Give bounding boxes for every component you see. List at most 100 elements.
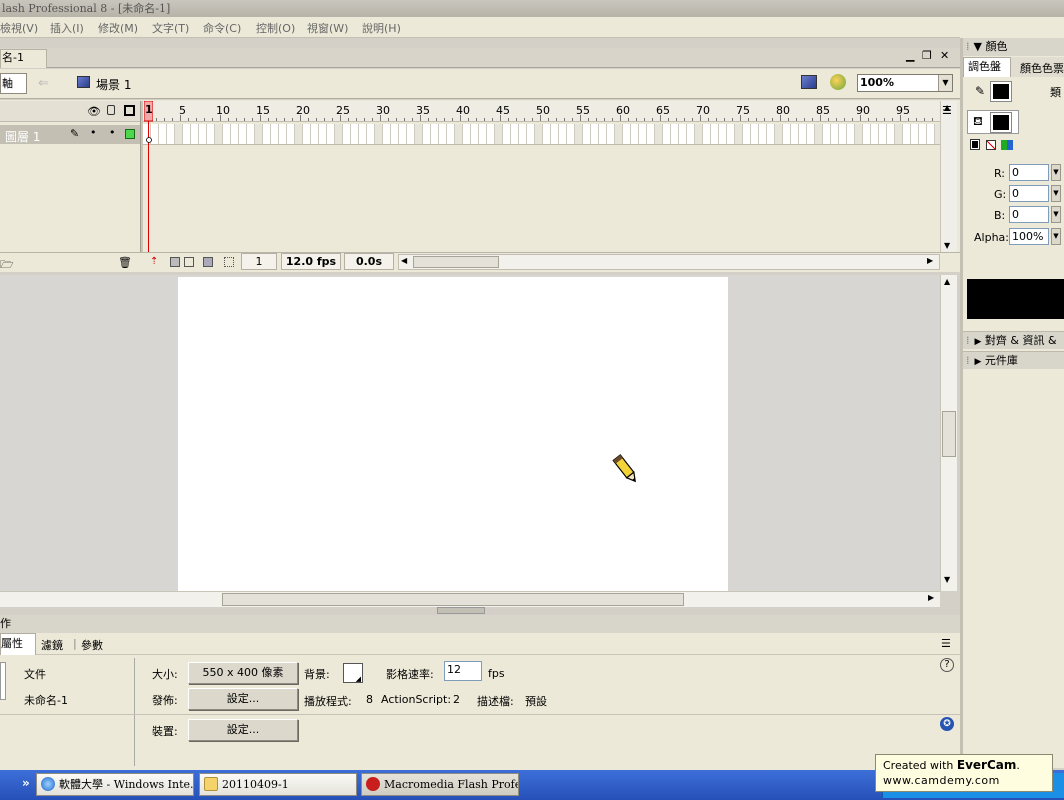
close-icon[interactable]: ✕: [940, 50, 949, 62]
ruler-frame-number: 30: [376, 104, 390, 117]
scroll-right-icon[interactable]: ▶: [928, 593, 934, 602]
restore-icon[interactable]: ❐: [922, 50, 932, 62]
no-color-icon[interactable]: [986, 140, 996, 150]
device-settings-button[interactable]: 設定...: [188, 719, 298, 741]
green-label: G:: [994, 188, 1007, 201]
edit-symbols-icon[interactable]: [830, 74, 846, 90]
layer-visible-dot-icon[interactable]: •: [90, 126, 97, 139]
eye-icon[interactable]: 👁: [87, 105, 101, 118]
expand-arrow-icon[interactable]: ▼: [974, 40, 982, 53]
chevron-down-icon[interactable]: ▼: [1051, 164, 1061, 181]
chevron-down-icon[interactable]: ▼: [1051, 206, 1061, 223]
align-info-panel-header[interactable]: ⁞ ▶ 對齊 & 資訊 &: [963, 331, 1064, 349]
menu-window[interactable]: 視窗(W): [307, 20, 348, 36]
menu-control[interactable]: 控制(O): [256, 20, 295, 36]
tab-filters[interactable]: 濾鏡: [41, 637, 63, 653]
menu-view[interactable]: 檢視(V): [0, 20, 38, 36]
quick-launch-chevron-icon[interactable]: »: [22, 776, 30, 790]
menu-modify[interactable]: 修改(M): [98, 20, 138, 36]
chevron-down-icon[interactable]: ▼: [1051, 228, 1061, 245]
edit-scene-icon[interactable]: [801, 75, 817, 89]
size-button[interactable]: 550 x 400 像素: [188, 662, 298, 684]
blue-input[interactable]: 0: [1009, 206, 1049, 223]
expand-arrow-icon[interactable]: ▶: [975, 337, 982, 347]
stage-vscroll[interactable]: ▲ ▼: [940, 275, 957, 591]
color-preview-swatch: [967, 279, 1064, 319]
timeline-toggle-button[interactable]: 軸: [0, 73, 27, 94]
background-color-picker[interactable]: ◢: [343, 663, 363, 683]
stroke-color-swatch[interactable]: [990, 81, 1012, 102]
timeline-menu-icon[interactable]: ☰: [942, 104, 952, 117]
edit-multiple-frames-icon[interactable]: [203, 257, 213, 267]
onion-outline-icon[interactable]: [184, 257, 194, 267]
chevron-down-icon[interactable]: ▼: [1051, 185, 1061, 202]
color-panel-header[interactable]: ⁞ ▼ 顏色: [963, 38, 1064, 56]
scroll-down-icon[interactable]: ▼: [944, 575, 950, 584]
taskbar-item-browser[interactable]: 軟體大學 - Windows Inte...: [36, 773, 194, 796]
help-icon[interactable]: ?: [940, 658, 954, 672]
red-input[interactable]: 0: [1009, 164, 1049, 181]
expand-arrow-icon[interactable]: ▶: [975, 357, 982, 367]
frame-grid[interactable]: [143, 124, 940, 145]
tab-parameters[interactable]: 參數: [81, 637, 103, 653]
swap-colors-icon[interactable]: [1001, 140, 1013, 150]
timeline-hscroll-thumb[interactable]: [413, 256, 499, 268]
timeline-hscroll[interactable]: ◀ ▶: [398, 254, 940, 270]
add-layer-icon[interactable]: 🗁: [0, 256, 14, 275]
scroll-left-icon[interactable]: ◀: [401, 256, 407, 265]
alpha-input[interactable]: 100%: [1009, 228, 1049, 245]
menu-commands[interactable]: 命令(C): [203, 20, 241, 36]
onion-skin-icon[interactable]: [170, 257, 180, 267]
stage-canvas[interactable]: [178, 277, 728, 591]
publish-settings-button[interactable]: 設定...: [188, 688, 298, 710]
scroll-down-icon[interactable]: ▼: [944, 241, 950, 250]
tab-color-mixer[interactable]: 調色盤: [963, 57, 1011, 77]
stage-vscroll-thumb[interactable]: [942, 411, 956, 457]
layer-name[interactable]: 圖層 1: [5, 128, 40, 145]
grip-icon[interactable]: ⁞: [966, 334, 970, 347]
frame-ruler[interactable]: 5 10 15 20 25 30 35 40 45 50 55 60 65 70 75 80 85 90 95: [143, 101, 940, 122]
black-white-icon[interactable]: [970, 139, 980, 150]
properties-panel-header[interactable]: 作: [0, 615, 960, 633]
ruler-tick: [884, 118, 885, 121]
stage-hscroll[interactable]: ▶: [0, 591, 940, 607]
tab-properties[interactable]: 屬性: [0, 633, 36, 655]
zoom-select[interactable]: 100% ▼: [857, 74, 953, 92]
menu-text[interactable]: 文字(T): [152, 20, 189, 36]
green-input[interactable]: 0: [1009, 185, 1049, 202]
playhead[interactable]: [144, 101, 153, 272]
layer-outline-color-icon[interactable]: [125, 129, 135, 139]
stage-hscroll-thumb[interactable]: [222, 593, 684, 606]
scroll-right-icon[interactable]: ▶: [927, 256, 933, 265]
minimize-icon[interactable]: ▁: [906, 50, 914, 62]
outline-icon[interactable]: [124, 105, 135, 116]
library-panel-header[interactable]: ⁞ ▶ 元件庫: [963, 351, 1064, 369]
center-frame-icon[interactable]: ⇡: [150, 256, 158, 267]
scroll-up-icon[interactable]: ▲: [944, 277, 950, 286]
chevron-down-icon[interactable]: ▼: [938, 75, 952, 91]
frame-rate-input[interactable]: 12: [444, 661, 482, 681]
layer-row[interactable]: 圖層 1 ✎ • •: [0, 125, 140, 144]
grip-icon[interactable]: ⁞: [966, 354, 970, 367]
splitter-handle[interactable]: [437, 607, 485, 614]
properties-menu-icon[interactable]: ☰: [941, 637, 951, 650]
accessibility-icon[interactable]: ✪: [940, 717, 954, 731]
document-tab[interactable]: 名-1: [0, 49, 47, 68]
actionscript-value: 2: [453, 693, 460, 706]
modify-markers-icon[interactable]: [224, 257, 234, 267]
trash-icon[interactable]: 🗑: [118, 256, 132, 269]
lock-icon[interactable]: [107, 105, 115, 115]
layer-lock-dot-icon[interactable]: •: [109, 126, 116, 139]
menu-insert[interactable]: 插入(I): [50, 20, 84, 36]
publish-label: 發佈:: [152, 694, 178, 707]
taskbar-item-folder[interactable]: 20110409-1: [199, 773, 357, 796]
grip-icon[interactable]: ⁞: [966, 40, 970, 53]
taskbar-item-flash[interactable]: Macromedia Flash Profess...: [361, 773, 519, 796]
fill-color-swatch[interactable]: [990, 112, 1012, 133]
frame-rate-display[interactable]: 12.0 fps: [281, 253, 341, 270]
tab-color-swatches[interactable]: 顏色色票: [1020, 60, 1064, 76]
timeline-vscroll[interactable]: ▲ ▼: [940, 101, 957, 253]
menu-help[interactable]: 說明(H): [362, 20, 401, 36]
panel-splitter[interactable]: [0, 607, 960, 615]
back-arrow-icon[interactable]: ⇐: [38, 76, 49, 91]
